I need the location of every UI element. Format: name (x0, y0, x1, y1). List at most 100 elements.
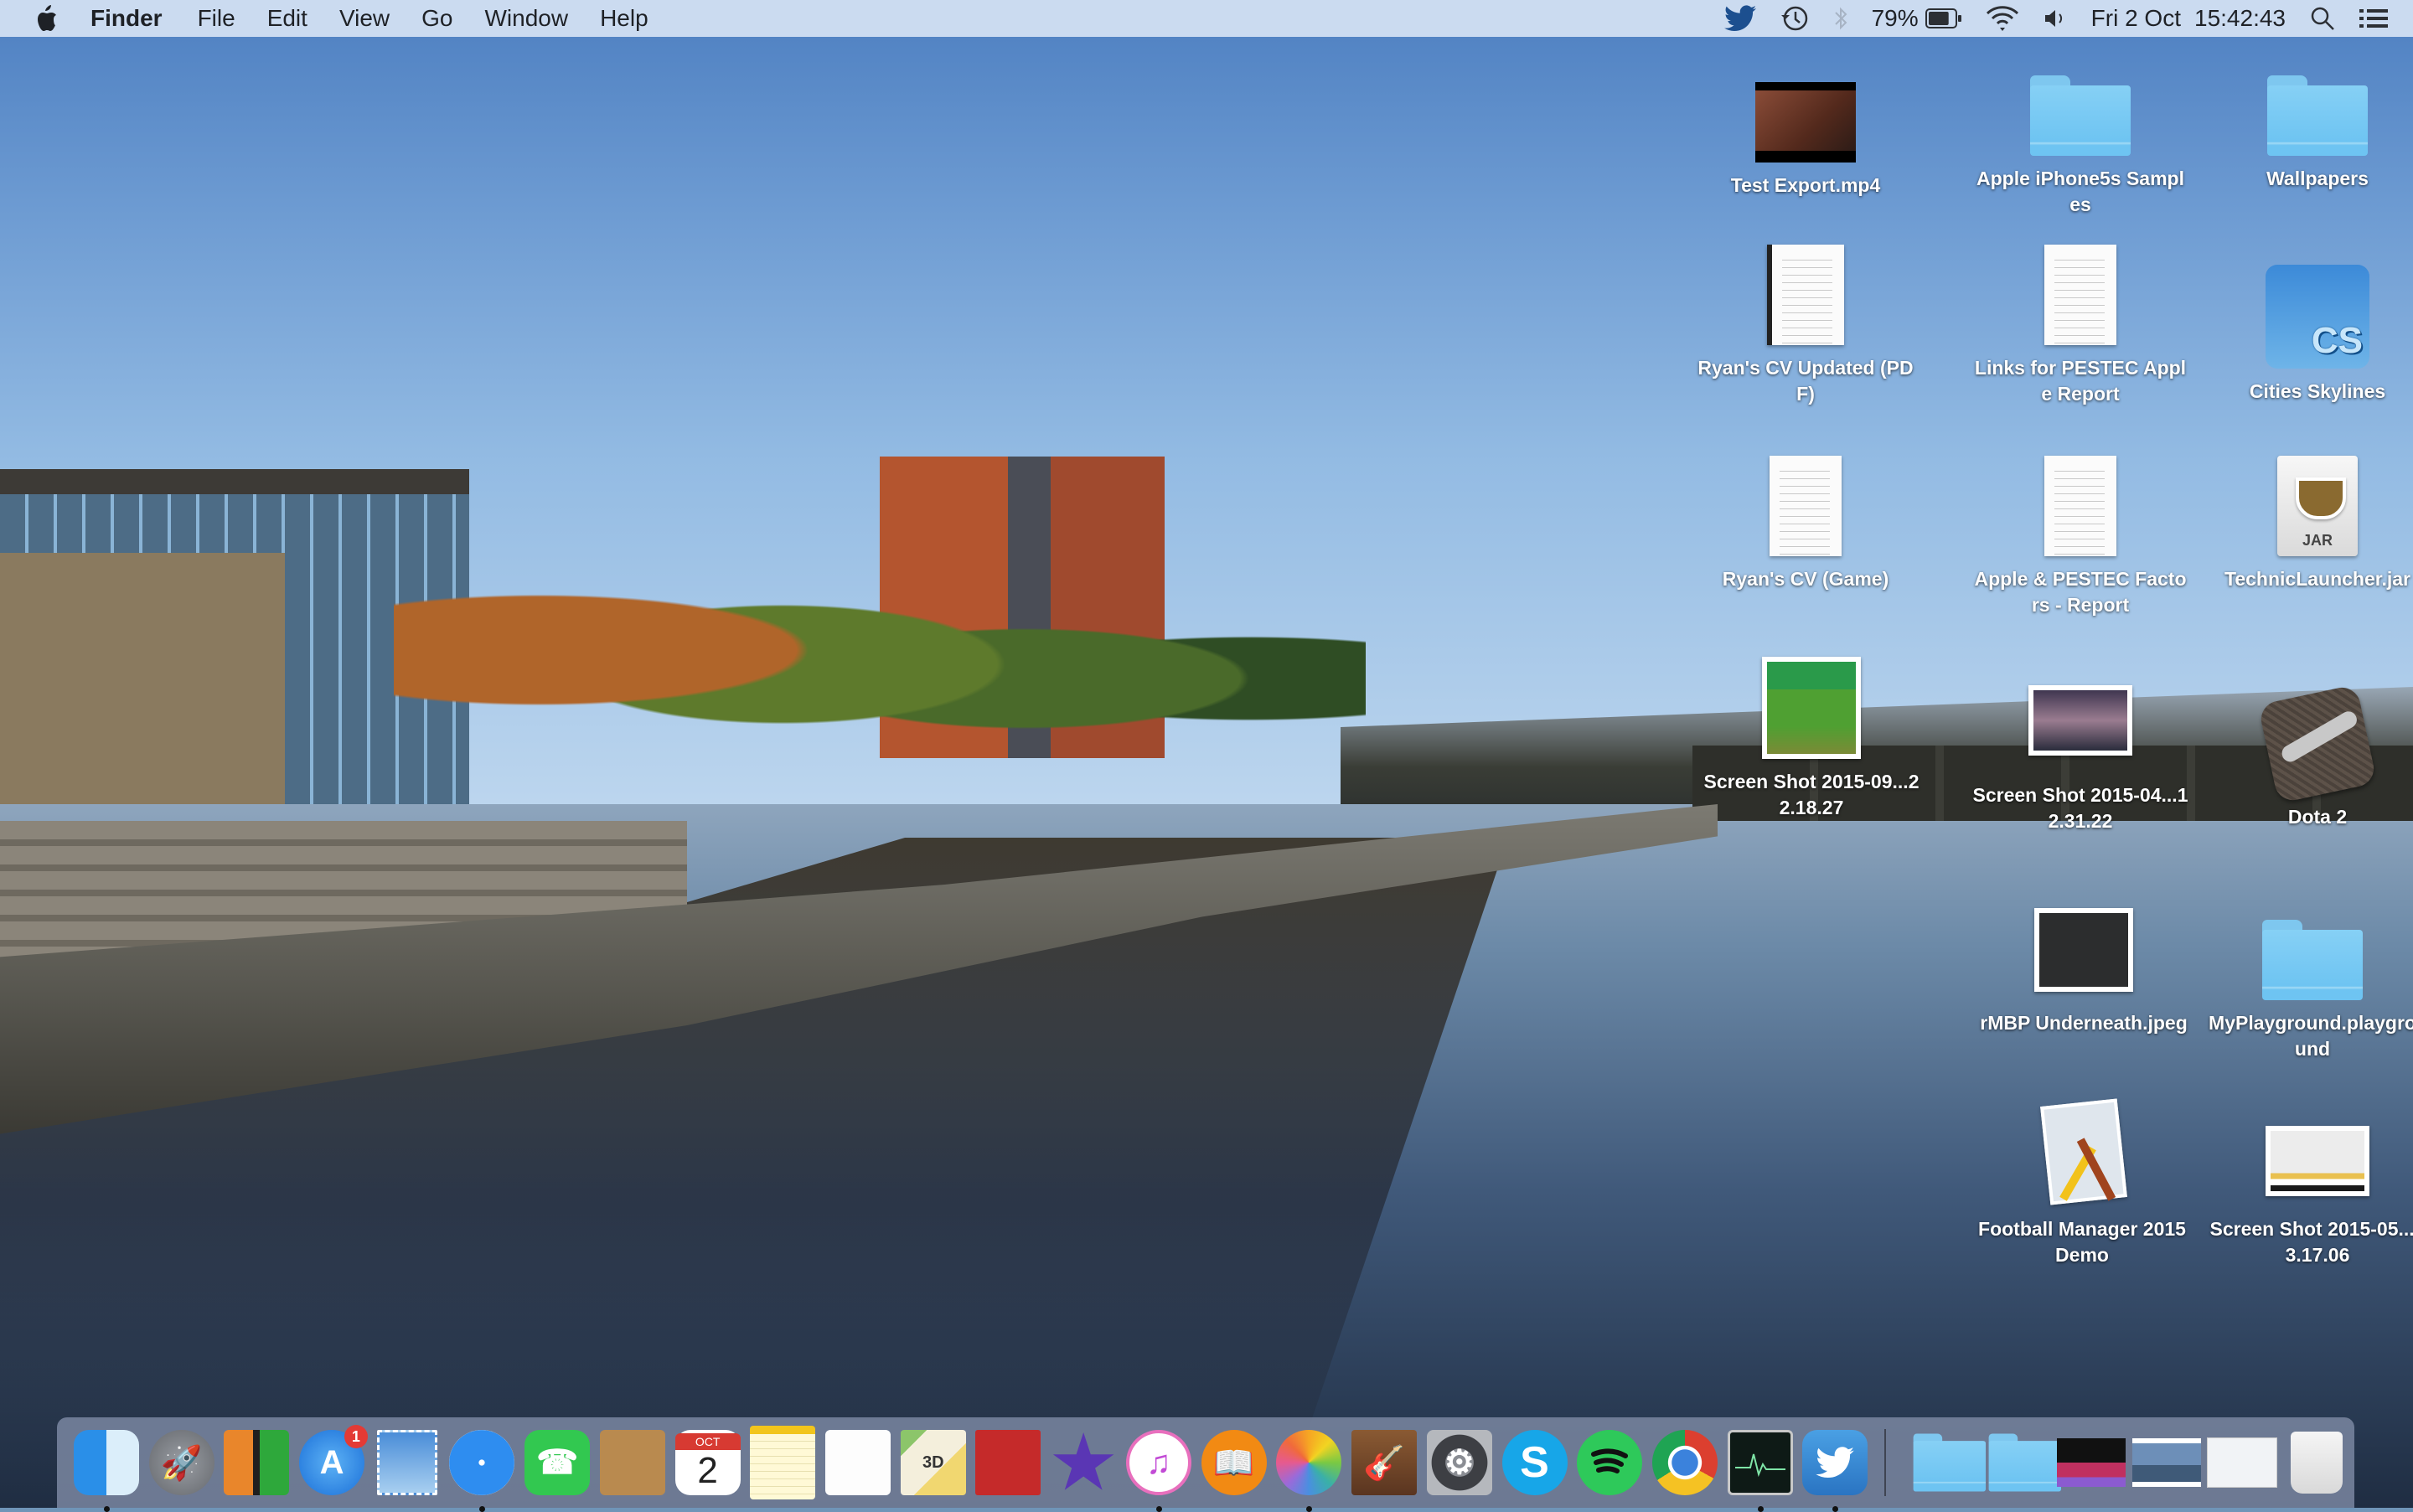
garageband-guitar-icon: 🎸 (1351, 1430, 1418, 1495)
desktop-icon-label: Test Export.mp4 (1730, 174, 1881, 196)
menu-file[interactable]: File (198, 5, 235, 32)
chrome-icon (1651, 1430, 1718, 1495)
spotlight-search-icon[interactable] (2309, 5, 2336, 32)
twitter-icon[interactable] (1723, 5, 1756, 32)
image-thumbnail-icon (2266, 1126, 2369, 1196)
dock-activity-monitor[interactable] (1723, 1425, 1798, 1512)
menu-window[interactable]: Window (484, 5, 568, 32)
bluetooth-icon[interactable] (1833, 5, 1848, 32)
dock-safari[interactable] (445, 1425, 520, 1512)
launchpad-rocket-icon: 🚀 (148, 1430, 214, 1495)
desktop-icon-wallpapers[interactable]: Wallpapers (2209, 47, 2413, 192)
calendar-icon: OCT 2 (674, 1430, 741, 1495)
dock-ibooks[interactable]: 📖 (1196, 1425, 1272, 1500)
system-preferences-gear-icon: ⚙ (1426, 1430, 1492, 1495)
dock-skype[interactable]: S (1497, 1425, 1573, 1500)
dock-spotify[interactable] (1572, 1425, 1647, 1500)
desktop-icon-label: rMBP Underneath.jpeg (1980, 1012, 2188, 1034)
desktop-icon-football-manager-2015-demo[interactable]: Football Manager 2015 Demo (1973, 1097, 2191, 1268)
dock-reminders[interactable] (820, 1425, 896, 1500)
desktop-icon-links-pestec[interactable]: Links for PESTEC Apple Report (1971, 236, 2189, 407)
desktop-icon-screenshot-2015-04[interactable]: Screen Shot 2015-04...12.31.22 (1971, 663, 2189, 834)
time-machine-icon[interactable] (1780, 3, 1810, 34)
menu-app-finder[interactable]: Finder (90, 5, 163, 32)
dock-calendar[interactable]: OCT 2 (670, 1425, 746, 1500)
menu-go[interactable]: Go (421, 5, 452, 32)
dock-app-store[interactable]: A1 (294, 1425, 369, 1500)
dock-finder[interactable] (69, 1425, 144, 1512)
desktop-icon-myplayground[interactable]: MyPlayground.playground (2204, 891, 2413, 1062)
contacts-book-icon (599, 1430, 665, 1495)
desktop-icon-label: Screen Shot 2015-09...22.18.27 (1703, 771, 1920, 818)
dock-twitter[interactable] (1798, 1425, 1873, 1512)
dock-downloads-stack[interactable] (1978, 1425, 2062, 1500)
dock-facetime[interactable]: ☎ (519, 1425, 595, 1500)
dock-imovie[interactable]: ★ (1046, 1423, 1121, 1502)
dock-mission-control[interactable] (219, 1425, 294, 1500)
menu-edit[interactable]: Edit (267, 5, 307, 32)
trash-can-icon (2291, 1432, 2343, 1494)
dock-minimized-itunes[interactable] (2054, 1425, 2129, 1500)
dock-photos[interactable] (1272, 1425, 1347, 1512)
dock-photo-booth[interactable] (971, 1425, 1046, 1500)
dock-minimized-safari[interactable] (2204, 1425, 2280, 1500)
ibooks-icon: 📖 (1201, 1430, 1267, 1495)
wallpaper-stone-building (0, 553, 285, 838)
maps-icon: 3D (900, 1430, 966, 1495)
clock-date[interactable]: Fri 2 Oct (2091, 5, 2181, 32)
menu-bar: Finder File Edit View Go Window Help 79%… (0, 0, 2413, 37)
desktop-icon-rmbp-underneath[interactable]: rMBP Underneath.jpeg (1975, 891, 2193, 1036)
dock-garageband[interactable]: 🎸 (1346, 1425, 1422, 1500)
desktop-icon-ryans-cv-game[interactable]: Ryan's CV (Game) (1697, 447, 1914, 592)
running-indicator (1757, 1506, 1764, 1512)
desktop-icon-label: Apple & PESTEC Factors - Report (1974, 568, 2187, 616)
desktop-icon-cities-skylines[interactable]: CS Cities Skylines (2209, 260, 2413, 405)
dock-system-preferences[interactable]: ⚙ (1422, 1425, 1497, 1500)
photos-pinwheel-icon (1276, 1430, 1342, 1495)
skype-icon: S (1501, 1430, 1568, 1495)
desktop-icon-techniclauncher-jar[interactable]: JAR TechnicLauncher.jar (2209, 447, 2413, 592)
menu-help[interactable]: Help (600, 5, 648, 32)
document-icon (2044, 456, 2116, 556)
image-thumbnail-icon (2034, 908, 2133, 992)
battery-icon[interactable] (1925, 8, 1962, 28)
photo-booth-icon (975, 1430, 1041, 1495)
desktop-icon-ryans-cv-pdf[interactable]: Ryan's CV Updated (PDF) (1697, 236, 1914, 407)
desktop-icon-label: Ryan's CV Updated (PDF) (1697, 357, 1914, 405)
desktop-icon-apple-iphone5s-samples[interactable]: Apple iPhone5s Samples (1971, 47, 2189, 218)
dock-applications-stack[interactable] (1903, 1425, 1987, 1500)
finder-icon (73, 1430, 139, 1495)
desktop-icon-dota-2[interactable]: Dota 2 (2209, 684, 2413, 830)
dock-google-chrome[interactable] (1647, 1425, 1723, 1500)
clock-time[interactable]: 15:42:43 (2194, 5, 2286, 32)
twitter-app-icon (1802, 1430, 1868, 1495)
dock-launchpad[interactable]: 🚀 (144, 1425, 220, 1500)
dock-itunes[interactable]: ♫ (1121, 1425, 1196, 1512)
installer-icon (2040, 1098, 2127, 1206)
desktop-icon-apple-pestec-factors[interactable]: Apple & PESTEC Factors - Report (1971, 447, 2189, 618)
dock-maps[interactable]: 3D (896, 1425, 971, 1500)
dock-trash[interactable] (2279, 1425, 2354, 1500)
dock-notes[interactable] (745, 1425, 820, 1500)
desktop-icon-label: Football Manager 2015 Demo (1978, 1218, 2186, 1266)
notes-icon (750, 1426, 816, 1499)
menu-view[interactable]: View (339, 5, 390, 32)
desktop-icon-test-export[interactable]: Test Export.mp4 (1697, 54, 1914, 199)
notification-center-icon[interactable] (2359, 7, 2388, 30)
dock-contacts[interactable] (595, 1425, 670, 1500)
facetime-icon: ☎ (524, 1430, 591, 1495)
dock-mail[interactable] (369, 1425, 445, 1500)
mail-stamp-icon (376, 1430, 437, 1495)
desktop-icon-screenshot-2015-09[interactable]: Screen Shot 2015-09...22.18.27 (1703, 650, 1920, 821)
desktop-icon-screenshot-2015-05[interactable]: Screen Shot 2015-05...13.17.06 (2209, 1097, 2413, 1268)
dock-minimized-photos[interactable] (2129, 1425, 2204, 1500)
desktop-icon-label: TechnicLauncher.jar (2224, 568, 2410, 590)
apple-menu-icon[interactable] (34, 4, 59, 33)
spotify-icon (1577, 1430, 1643, 1495)
volume-icon[interactable] (2043, 6, 2068, 31)
downloads-folder-icon (1988, 1433, 2062, 1492)
wifi-icon[interactable] (1986, 5, 2019, 32)
minimized-window-thumbnail (2206, 1437, 2277, 1488)
notification-badge: 1 (344, 1425, 368, 1448)
document-icon (1770, 456, 1842, 556)
